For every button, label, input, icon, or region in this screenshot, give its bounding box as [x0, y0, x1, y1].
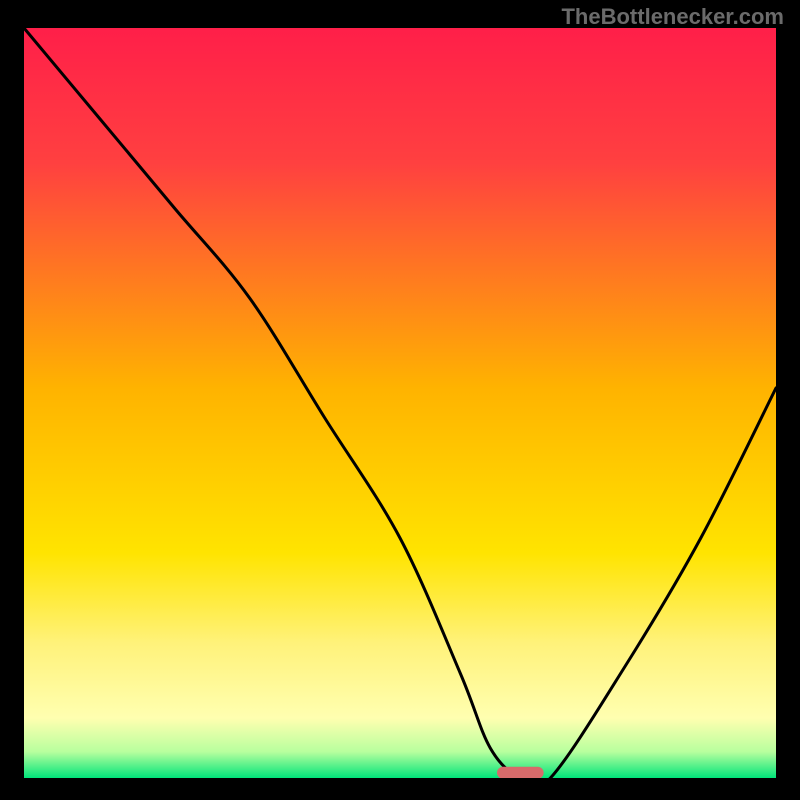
watermark-text: TheBottlenecker.com [561, 4, 784, 30]
plot-area [24, 28, 776, 778]
chart-frame: TheBottlenecker.com [0, 0, 800, 800]
highlight-pill [497, 767, 544, 778]
chart-svg [24, 28, 776, 778]
gradient-background [24, 28, 776, 778]
